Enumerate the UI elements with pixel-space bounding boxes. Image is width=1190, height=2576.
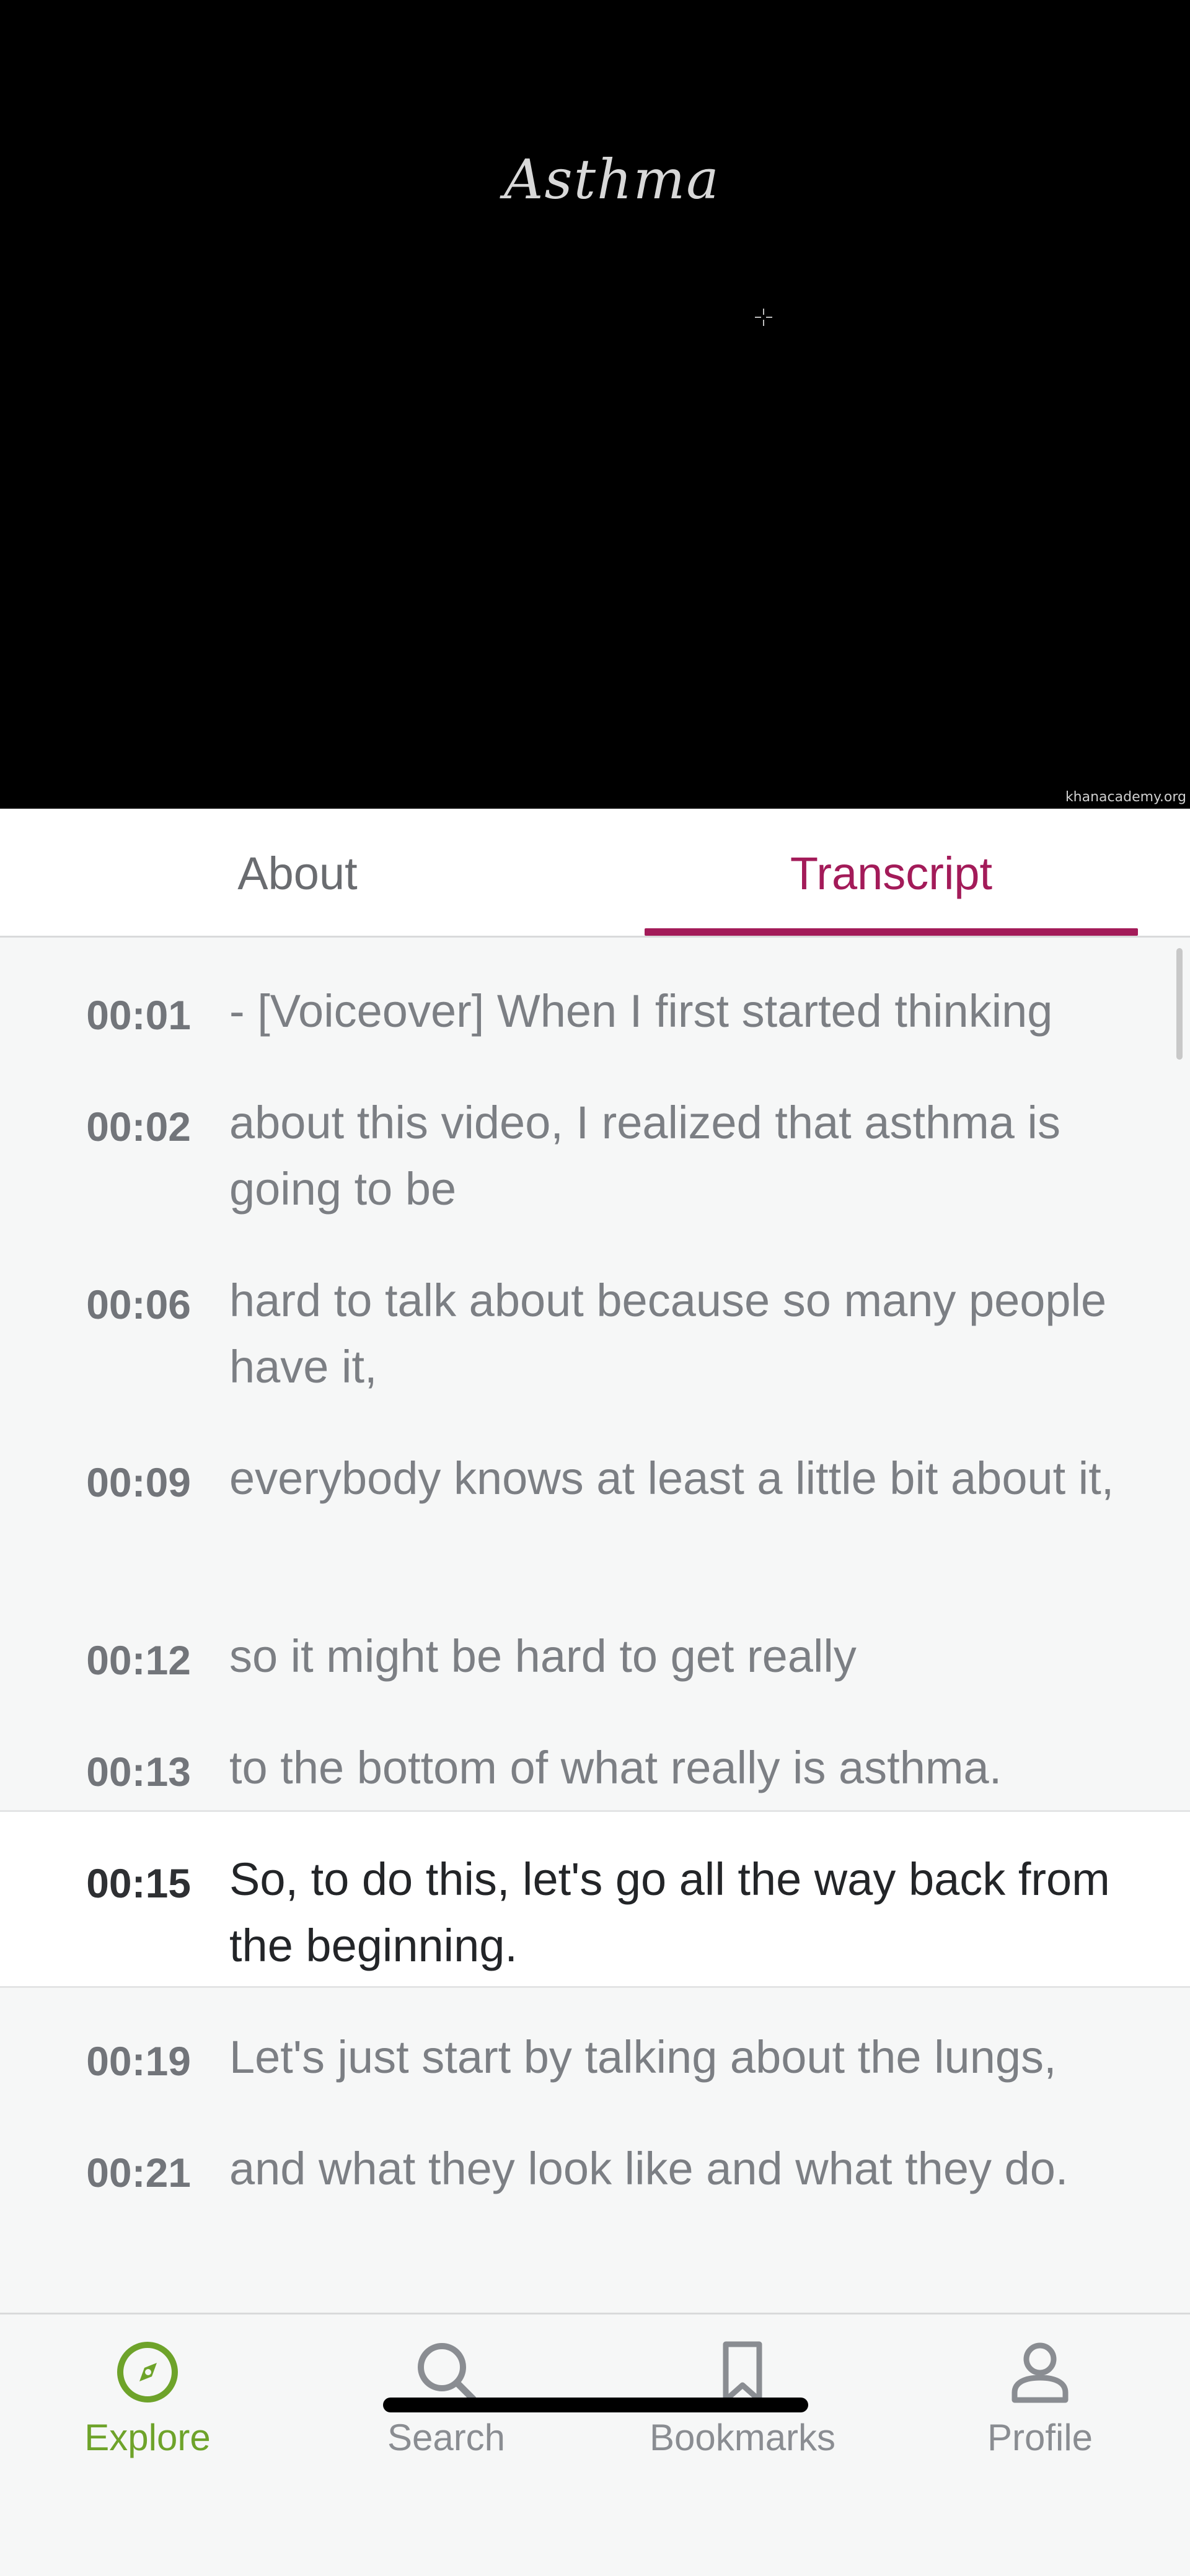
nav-bookmarks-label: Bookmarks bbox=[649, 2417, 836, 2458]
transcript-row[interactable]: 00:19 Let's just start by talking about … bbox=[0, 2024, 1190, 2090]
nav-explore[interactable]: Explore bbox=[17, 2333, 278, 2482]
transcript-timestamp: 00:09 bbox=[86, 1459, 191, 1505]
tab-bar: About Transcript bbox=[0, 809, 1190, 938]
bookmark-icon bbox=[723, 2341, 762, 2403]
transcript-row[interactable]: 00:01 - [Voiceover] When I first started… bbox=[0, 978, 1190, 1044]
transcript-text: so it might be hard to get really bbox=[229, 1630, 857, 1682]
transcript-timestamp: 00:12 bbox=[86, 1637, 191, 1683]
transcript-text: hard to talk about because so many peopl… bbox=[229, 1275, 1107, 1392]
nav-explore-label: Explore bbox=[84, 2417, 211, 2458]
nav-profile[interactable]: Profile bbox=[910, 2333, 1170, 2482]
transcript-text: about this video, I realized that asthma… bbox=[229, 1097, 1060, 1215]
nav-search-label: Search bbox=[387, 2417, 506, 2458]
video-player[interactable]: Asthma khanacademy.org bbox=[0, 0, 1190, 809]
transcript-timestamp: 00:02 bbox=[86, 1104, 191, 1150]
search-icon bbox=[418, 2343, 477, 2402]
video-title: Asthma bbox=[504, 147, 720, 211]
transcript-text: So, to do this, let's go all the way bac… bbox=[229, 1853, 1110, 1971]
person-icon bbox=[1011, 2342, 1069, 2403]
compass-icon bbox=[117, 2342, 178, 2402]
transcript-timestamp: 00:21 bbox=[86, 2150, 191, 2196]
crosshair-cursor-icon bbox=[755, 309, 772, 326]
tab-selected-indicator bbox=[645, 928, 1138, 936]
transcript-timestamp: 00:15 bbox=[86, 1860, 191, 1906]
transcript-row[interactable]: 00:02 about this video, I realized that … bbox=[0, 1089, 1190, 1222]
transcript-text: to the bottom of what really is asthma. bbox=[229, 1742, 1002, 1793]
transcript-text: - [Voiceover] When I first started think… bbox=[229, 985, 1053, 1037]
transcript-row[interactable]: 00:13 to the bottom of what really is as… bbox=[0, 1734, 1190, 1801]
transcript-row[interactable]: 00:12 so it might be hard to get really bbox=[0, 1623, 1190, 1689]
video-watermark: khanacademy.org bbox=[1065, 789, 1186, 805]
tab-transcript[interactable]: Transcript bbox=[645, 809, 1138, 938]
transcript-timestamp: 00:01 bbox=[86, 992, 191, 1038]
home-indicator[interactable] bbox=[383, 2398, 808, 2412]
transcript-timestamp: 00:13 bbox=[86, 1749, 191, 1795]
nav-profile-label: Profile bbox=[987, 2417, 1093, 2458]
transcript-list[interactable]: 00:01 - [Voiceover] When I first started… bbox=[0, 939, 1190, 2313]
transcript-row-active[interactable]: 00:15 So, to do this, let's go all the w… bbox=[0, 1810, 1190, 1988]
transcript-timestamp: 00:06 bbox=[86, 1281, 191, 1327]
transcript-text: and what they look like and what they do… bbox=[229, 2143, 1069, 2194]
transcript-row[interactable]: 00:09 everybody knows at least a little … bbox=[0, 1445, 1190, 1511]
transcript-row[interactable]: 00:06 hard to talk about because so many… bbox=[0, 1267, 1190, 1400]
transcript-scrollbar[interactable] bbox=[1176, 948, 1183, 1060]
bottom-nav: Explore Search Bookmarks Profile bbox=[0, 2313, 1190, 2576]
transcript-text: Let's just start by talking about the lu… bbox=[229, 2031, 1057, 2083]
tab-about[interactable]: About bbox=[0, 809, 595, 938]
transcript-timestamp: 00:19 bbox=[86, 2038, 191, 2084]
transcript-text: everybody knows at least a little bit ab… bbox=[229, 1453, 1114, 1504]
transcript-row[interactable]: 00:21 and what they look like and what t… bbox=[0, 2135, 1190, 2202]
